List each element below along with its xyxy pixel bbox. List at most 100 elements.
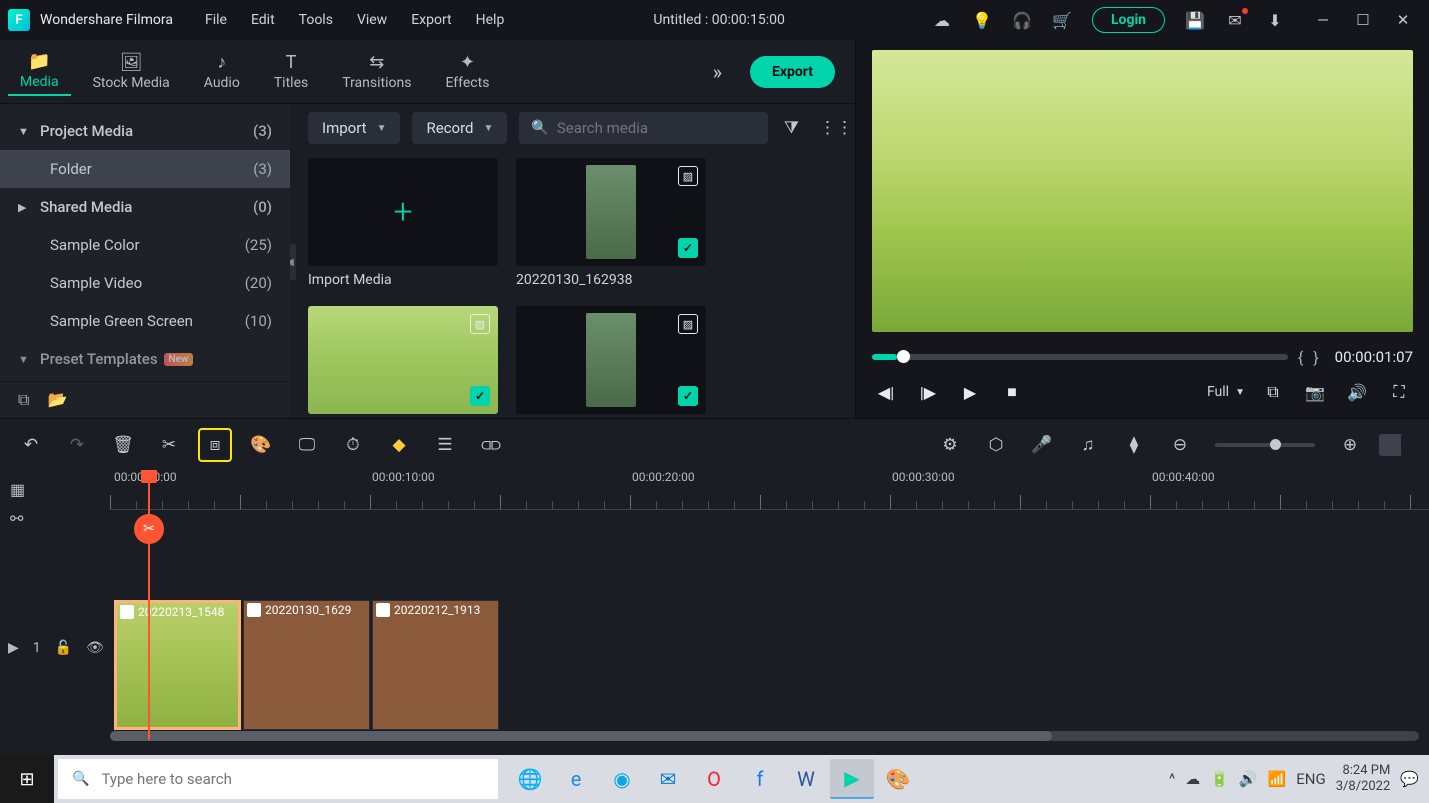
media-search[interactable]: 🔍 <box>519 112 767 144</box>
visibility-icon[interactable]: 👁 <box>86 640 104 656</box>
timeline-ruler[interactable]: 00:00:00:00 00:00:10:00 00:00:20:00 00:0… <box>110 470 1429 510</box>
tabs-expand-icon[interactable]: » <box>703 60 732 84</box>
notifications-icon[interactable]: 💬 <box>1400 770 1419 788</box>
outlook-icon[interactable]: ✉ <box>646 759 690 799</box>
render-button[interactable]: ⚙ <box>933 428 967 462</box>
menu-edit[interactable]: Edit <box>241 8 285 32</box>
timeline-clip[interactable]: 20220212_1913 <box>372 600 499 730</box>
wifi-icon[interactable]: 📶 <box>1268 770 1287 788</box>
maximize-button[interactable]: ☐ <box>1345 6 1381 34</box>
media-item[interactable]: ▨ ✓ <box>308 306 498 414</box>
menu-help[interactable]: Help <box>466 8 515 32</box>
tab-media[interactable]: 📁Media <box>8 47 71 96</box>
timeline-scrollbar[interactable] <box>110 731 1419 741</box>
menu-view[interactable]: View <box>347 8 397 32</box>
cart-icon[interactable]: 🛒 <box>1048 6 1076 34</box>
marker-button[interactable]: ⬡ <box>979 428 1013 462</box>
menu-file[interactable]: File <box>195 8 237 32</box>
audio-wave-button[interactable]: ⫏⫐ <box>474 428 508 462</box>
cloud-icon[interactable]: ☁ <box>928 6 956 34</box>
sidebar-item-project-media[interactable]: ▼ Project Media (3) <box>0 112 290 150</box>
timeline-link-icon[interactable]: ⚯ <box>10 509 25 528</box>
next-frame-button[interactable]: |▶ <box>914 383 942 402</box>
onedrive-icon[interactable]: ☁ <box>1185 770 1200 788</box>
voiceover-button[interactable]: 🎤 <box>1025 428 1059 462</box>
playhead[interactable]: ✂ <box>148 470 150 740</box>
more-icon[interactable]: ⋮ <box>922 759 966 799</box>
tab-stock-media[interactable]: 🖼Stock Media <box>81 48 182 95</box>
menu-tools[interactable]: Tools <box>289 8 343 32</box>
record-dropdown[interactable]: Record▼ <box>412 112 507 144</box>
support-icon[interactable]: 🎧 <box>1008 6 1036 34</box>
lock-icon[interactable]: 🔓 <box>55 640 72 656</box>
zoom-in-button[interactable]: ⊕ <box>1333 428 1367 462</box>
sidebar-item-sample-color[interactable]: Sample Color (25) <box>0 226 290 264</box>
word-icon[interactable]: W <box>784 759 828 799</box>
preview-quality-dropdown[interactable]: Full▼ <box>1207 384 1245 400</box>
save-icon[interactable]: 💾 <box>1181 6 1209 34</box>
menu-export[interactable]: Export <box>401 8 461 32</box>
sidebar-item-sample-video[interactable]: Sample Video (20) <box>0 264 290 302</box>
tab-audio[interactable]: ♪Audio <box>192 48 252 95</box>
adjust-button[interactable]: ☰ <box>428 428 462 462</box>
minimize-button[interactable]: — <box>1305 6 1341 34</box>
open-folder-icon[interactable]: 📂 <box>47 390 67 410</box>
media-item[interactable]: ▨ ✓ <box>516 306 706 414</box>
tab-transitions[interactable]: ⇆Transitions <box>330 48 423 95</box>
prev-frame-button[interactable]: ◀| <box>872 383 900 402</box>
sidebar-item-preset-templates[interactable]: ▼ Preset Templates New <box>0 340 290 378</box>
battery-icon[interactable]: 🔋 <box>1210 770 1229 788</box>
edge-icon[interactable]: ◉ <box>600 759 644 799</box>
zoom-out-button[interactable]: ⊖ <box>1163 428 1197 462</box>
clock[interactable]: 8:24 PM 3/8/2022 <box>1336 763 1391 794</box>
zoom-slider[interactable] <box>1215 443 1315 447</box>
color-button[interactable]: 🎨 <box>244 428 278 462</box>
redo-button[interactable]: ↷ <box>60 428 94 462</box>
download-icon[interactable]: ⬇ <box>1261 6 1289 34</box>
fit-button[interactable]: ⧫ <box>1117 428 1151 462</box>
grid-view-icon[interactable]: ⋮⋮⋮ <box>815 114 855 142</box>
sidebar-item-folder[interactable]: Folder (3) <box>0 150 290 188</box>
start-button[interactable]: ⊞ <box>0 755 54 803</box>
filmora-taskbar-icon[interactable]: ▶ <box>830 759 874 799</box>
crop-button[interactable]: ⧈ <box>198 428 232 462</box>
tab-effects[interactable]: ✦Effects <box>433 48 501 95</box>
mail-icon[interactable]: ✉ <box>1221 6 1249 34</box>
play-button[interactable]: ▶ <box>956 383 984 402</box>
undo-button[interactable]: ↶ <box>14 428 48 462</box>
preview-scrubber[interactable] <box>872 354 1288 360</box>
playhead-split-icon[interactable]: ✂ <box>134 514 164 544</box>
language-indicator[interactable]: ENG <box>1296 770 1325 788</box>
sidebar-collapse-handle[interactable]: ◀ <box>290 244 296 280</box>
tray-up-icon[interactable]: ^ <box>1169 770 1175 788</box>
paint-icon[interactable]: 🎨 <box>876 759 920 799</box>
screen-mirror-icon[interactable]: ⧉ <box>1259 382 1287 402</box>
tab-titles[interactable]: TTitles <box>262 48 320 95</box>
login-button[interactable]: Login <box>1092 7 1165 33</box>
filter-icon[interactable]: ⧩ <box>780 114 803 142</box>
media-import-tile[interactable]: + Import Media <box>308 158 498 288</box>
opera-icon[interactable]: O <box>692 759 736 799</box>
search-input[interactable] <box>557 119 756 137</box>
import-dropdown[interactable]: Import▼ <box>308 112 400 144</box>
new-folder-icon[interactable]: ⧉ <box>18 390 29 410</box>
fullscreen-icon[interactable]: ⛶ <box>1385 382 1413 402</box>
timeline-list-icon[interactable]: ▦ <box>10 480 25 499</box>
sidebar-item-sample-green[interactable]: Sample Green Screen (10) <box>0 302 290 340</box>
speed-button[interactable]: ⏱ <box>336 428 370 462</box>
stop-button[interactable]: ■ <box>998 382 1026 402</box>
export-button[interactable]: Export <box>750 56 835 88</box>
media-item[interactable]: ▨ ✓ 20220130_162938 <box>516 158 706 288</box>
mixer-button[interactable]: ♫ <box>1071 428 1105 462</box>
facebook-icon[interactable]: f <box>738 759 782 799</box>
snapshot-icon[interactable]: 📷 <box>1301 383 1329 402</box>
volume-icon[interactable]: 🔊 <box>1343 383 1371 402</box>
timeline-toggle[interactable] <box>1379 434 1415 456</box>
screen-button[interactable]: 🖵 <box>290 428 324 462</box>
mark-in-icon[interactable]: { <box>1298 348 1303 367</box>
timeline-clip[interactable]: 20220213_1548 <box>114 600 241 730</box>
timeline-clip[interactable]: 20220130_1629 <box>243 600 370 730</box>
ie-icon[interactable]: e <box>554 759 598 799</box>
close-button[interactable]: ✕ <box>1385 6 1421 34</box>
taskbar-search[interactable]: 🔍 <box>58 759 498 799</box>
